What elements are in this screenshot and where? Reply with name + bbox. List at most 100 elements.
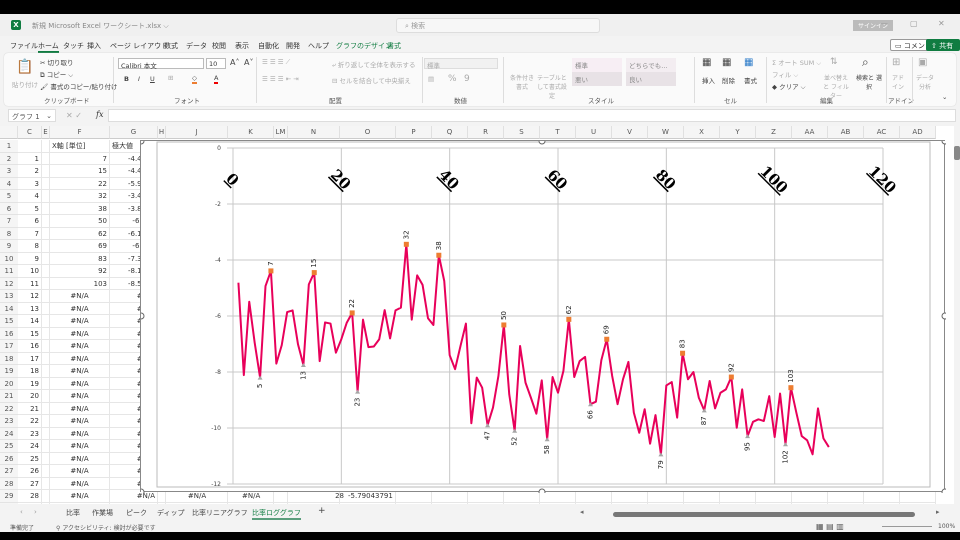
column-header[interactable]: S [504, 126, 540, 139]
insert-cells-button[interactable]: 挿入 [702, 75, 715, 85]
cell-e[interactable] [42, 390, 50, 403]
share-button[interactable]: ⇧ 共有 ⌵ [926, 39, 960, 59]
cell-f[interactable]: #N/A [50, 402, 110, 415]
row-header[interactable]: 4 [0, 177, 18, 190]
sheet-tab-peak[interactable]: ピーク [126, 508, 147, 518]
cell-e[interactable] [42, 190, 50, 203]
cell-e[interactable] [42, 302, 50, 315]
row-header[interactable]: 25 [0, 440, 18, 453]
formula-input[interactable] [108, 109, 956, 122]
cell-f[interactable]: #N/A [50, 340, 110, 353]
row-header[interactable]: 20 [0, 377, 18, 390]
collapse-ribbon-icon[interactable]: ⌄ [942, 93, 947, 101]
column-header[interactable]: AA [792, 126, 828, 139]
row-header[interactable]: 7 [0, 215, 18, 228]
chart-object[interactable]: 0 20 40 60 80 100 120 0 -2 -4 -6 -8 -10 -12 7 15 22 32 38 5… [140, 140, 946, 493]
row-header[interactable]: 6 [0, 202, 18, 215]
view-buttons[interactable]: ▦ ▤ ▥ [816, 522, 844, 531]
font-size-select[interactable]: 10 [206, 58, 226, 69]
column-header[interactable]: O [340, 126, 396, 139]
cancel-check-icons[interactable]: ✕ ✓ [66, 111, 82, 120]
tab-home[interactable]: ホーム [38, 41, 59, 53]
cell-c[interactable]: 5 [18, 202, 42, 215]
cell-e[interactable] [42, 365, 50, 378]
cell-c[interactable]: 4 [18, 190, 42, 203]
close-button[interactable]: ✕ [938, 19, 945, 28]
row-header[interactable]: 13 [0, 290, 18, 303]
tab-page-layout[interactable]: ページ レイアウト [110, 41, 168, 51]
tab-view[interactable]: 表示 [235, 41, 249, 51]
cell-f[interactable]: #N/A [50, 365, 110, 378]
delete-cells-button[interactable]: 削除 [722, 75, 735, 85]
scroll-right-icon[interactable]: ▸ [936, 508, 940, 516]
maximize-button[interactable]: ▢ [910, 19, 918, 28]
cell-c[interactable]: 2 [18, 165, 42, 178]
sheet-tab-ratio-linear-graph[interactable]: 比率リニアグラフ [192, 508, 248, 518]
cell-e[interactable] [42, 265, 50, 278]
row-header[interactable]: 21 [0, 390, 18, 403]
column-header[interactable]: X [684, 126, 720, 139]
style-neutral[interactable]: どちらでも... [626, 58, 676, 72]
cell-e[interactable] [42, 415, 50, 428]
addin-button[interactable]: アド イン [890, 73, 906, 91]
cell-e[interactable] [42, 140, 50, 153]
column-header[interactable]: AD [900, 126, 936, 139]
merge-center-button[interactable]: ⊟ セルを結合して中央揃え [332, 75, 411, 85]
find-select-button[interactable]: 検索と 選択 [856, 73, 882, 91]
cell-c[interactable]: 11 [18, 277, 42, 290]
cell-e[interactable] [42, 352, 50, 365]
row-header[interactable]: 18 [0, 352, 18, 365]
cell-f[interactable]: #N/A [50, 315, 110, 328]
cell-c[interactable]: 24 [18, 440, 42, 453]
column-header[interactable]: LM [274, 126, 288, 139]
cell-e[interactable] [42, 227, 50, 240]
column-header[interactable]: G [110, 126, 158, 139]
format-painter-button[interactable]: 🖌 書式のコピー/貼り付け [40, 81, 118, 91]
cell-e[interactable] [42, 427, 50, 440]
tab-automate[interactable]: 自動化 [258, 41, 279, 51]
column-header[interactable]: Y [720, 126, 756, 139]
row-header[interactable]: 11 [0, 265, 18, 278]
tab-chart-design[interactable]: グラフのデザイン [336, 41, 392, 51]
cell-e[interactable] [42, 452, 50, 465]
tab-format[interactable]: 書式 [387, 41, 401, 51]
cell-c[interactable]: 17 [18, 352, 42, 365]
cell-c[interactable]: 14 [18, 315, 42, 328]
currency-icon[interactable]: ▤ [428, 75, 434, 83]
tab-touch[interactable]: タッチ [63, 41, 84, 51]
column-header[interactable]: AC [864, 126, 900, 139]
cell-e[interactable] [42, 252, 50, 265]
column-header[interactable]: Z [756, 126, 792, 139]
row-header[interactable]: 5 [0, 190, 18, 203]
row-header[interactable]: 29 [0, 490, 18, 503]
row-header[interactable]: 8 [0, 227, 18, 240]
cell-f[interactable]: 50 [50, 215, 110, 228]
column-header[interactable]: C [18, 126, 42, 139]
column-header[interactable]: AB [828, 126, 864, 139]
scroll-left-icon[interactable]: ◂ [580, 508, 584, 516]
cell-e[interactable] [42, 465, 50, 478]
cell-e[interactable] [42, 340, 50, 353]
column-header[interactable]: N [288, 126, 340, 139]
cell-e[interactable] [42, 215, 50, 228]
cell-c[interactable]: 25 [18, 452, 42, 465]
minimize-button[interactable]: — [880, 19, 888, 28]
align-horizontal-icons[interactable]: ☰ ☰ ☰ ⇤ ⇥ [262, 75, 299, 83]
vertical-scrollbar[interactable] [954, 140, 960, 504]
fill-color-icon[interactable]: ◇ [192, 74, 197, 84]
cell-f[interactable]: 103 [50, 277, 110, 290]
style-normal[interactable]: 標準 [572, 58, 622, 72]
tab-insert[interactable]: 挿入 [87, 41, 101, 51]
bold-button[interactable]: B [124, 75, 129, 83]
row-header[interactable]: 23 [0, 415, 18, 428]
cell-c[interactable] [18, 140, 42, 153]
row-header[interactable]: 27 [0, 465, 18, 478]
copy-button[interactable]: ⧉ コピー ⌵ [40, 69, 73, 80]
cell-f[interactable]: #N/A [50, 427, 110, 440]
cell-e[interactable] [42, 440, 50, 453]
style-bad[interactable]: 悪い [572, 72, 622, 86]
cell-f[interactable]: #N/A [50, 327, 110, 340]
fill-button[interactable]: フィル ⌵ [772, 69, 798, 80]
grow-font-button[interactable]: A˄ [230, 58, 239, 67]
row-header[interactable]: 14 [0, 302, 18, 315]
